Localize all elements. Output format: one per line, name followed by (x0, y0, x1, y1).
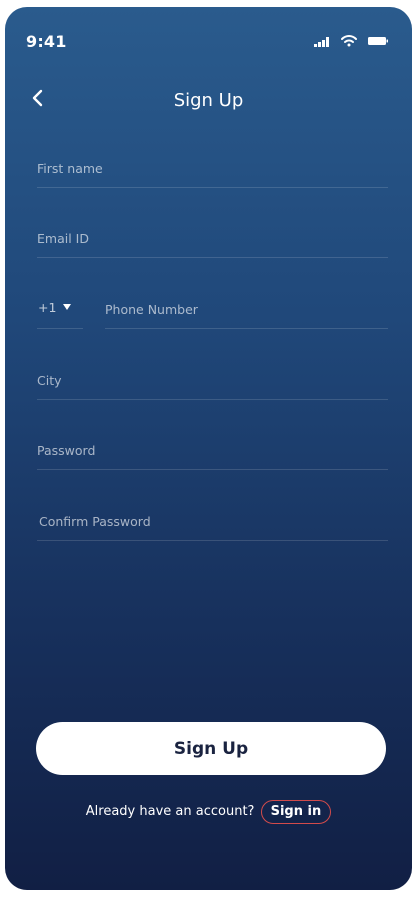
country-code-value: +1 (38, 300, 57, 315)
navigation-bar: Sign Up (5, 79, 412, 119)
email-input[interactable] (37, 221, 388, 255)
phone-screen: 9:41 Sign Up +1 (5, 7, 412, 890)
status-bar: 9:41 (5, 7, 412, 67)
confirm-password-input[interactable] (39, 504, 390, 538)
caret-down-icon (63, 304, 71, 310)
first-name-field (37, 151, 388, 188)
page-title: Sign Up (173, 90, 244, 111)
password-input[interactable] (37, 433, 388, 467)
sign-in-prompt: Already have an account? Sign in (5, 800, 412, 824)
sign-up-button[interactable]: Sign Up (36, 722, 386, 775)
city-field (37, 363, 388, 400)
battery-icon (368, 37, 388, 45)
phone-number-input[interactable] (105, 292, 388, 326)
signal-icon (314, 37, 329, 47)
email-field (37, 221, 388, 258)
wifi-icon (341, 35, 357, 47)
first-name-input[interactable] (37, 151, 388, 185)
status-time: 9:41 (26, 32, 67, 51)
confirm-password-field (37, 504, 390, 541)
country-code-selector[interactable]: +1 (37, 292, 83, 329)
sign-in-link[interactable]: Sign in (260, 800, 332, 824)
city-input[interactable] (37, 363, 388, 397)
password-field (37, 433, 388, 470)
have-account-text: Already have an account? (85, 804, 255, 819)
phone-number-field (105, 292, 388, 329)
